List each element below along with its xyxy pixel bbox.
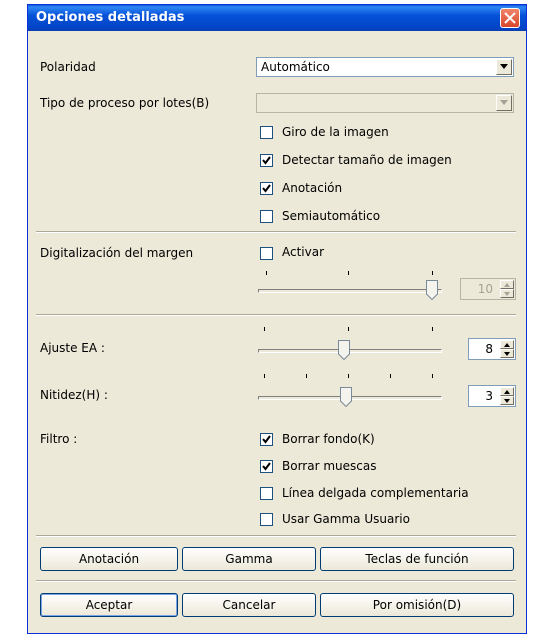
margin-activate-label: Activar xyxy=(282,245,325,259)
margin-slider[interactable] xyxy=(256,267,446,300)
image-rotation-label: Giro de la imagen xyxy=(282,125,389,139)
spin-up-button[interactable] xyxy=(500,280,514,289)
ea-spinner[interactable]: 8 xyxy=(468,338,516,360)
separator xyxy=(36,314,516,316)
polarity-select[interactable]: Automático xyxy=(256,57,514,77)
slider-tick xyxy=(264,327,265,331)
separator xyxy=(36,535,516,537)
sharpness-spinner[interactable]: 3 xyxy=(468,385,516,407)
semiauto-checkbox[interactable] xyxy=(260,210,273,223)
user-gamma-checkbox[interactable] xyxy=(260,513,273,526)
slider-tick xyxy=(432,271,433,275)
slider-tick xyxy=(390,374,391,378)
filter-label: Filtro : xyxy=(40,432,78,446)
user-gamma-label: Usar Gamma Usuario xyxy=(282,512,410,526)
check-icon xyxy=(262,435,271,444)
spin-up-button[interactable] xyxy=(500,387,514,396)
detect-size-checkbox[interactable] xyxy=(260,154,273,167)
dialog-window: Opciones detalladas Polaridad Automático… xyxy=(27,4,527,634)
separator xyxy=(36,580,516,582)
polarity-dropdown-button[interactable] xyxy=(496,59,512,75)
arrow-down-icon xyxy=(504,399,510,403)
ea-adjust-label: Ajuste EA : xyxy=(40,341,105,355)
margin-activate-checkbox[interactable] xyxy=(260,247,273,260)
detect-size-label: Detectar tamaño de imagen xyxy=(282,153,452,167)
slider-thumb[interactable] xyxy=(426,280,438,300)
slider-tick xyxy=(432,327,433,331)
erase-background-checkbox[interactable] xyxy=(260,433,273,446)
chevron-down-icon xyxy=(500,64,508,69)
check-icon xyxy=(262,156,271,165)
close-icon xyxy=(504,12,516,24)
annotation-checkbox[interactable] xyxy=(260,182,273,195)
batch-label: Tipo de proceso por lotes(B) xyxy=(40,96,210,110)
annotation-label: Anotación xyxy=(282,181,343,195)
batch-select[interactable] xyxy=(256,93,514,113)
slider-tick xyxy=(264,374,265,378)
slider-track xyxy=(258,289,442,293)
spin-down-button[interactable] xyxy=(500,349,514,358)
slider-tick xyxy=(306,374,307,378)
slider-thumb[interactable] xyxy=(340,387,352,407)
erase-notches-checkbox[interactable] xyxy=(260,460,273,473)
erase-background-label: Borrar fondo(K) xyxy=(282,432,375,446)
semiauto-label: Semiautomático xyxy=(282,209,381,223)
slider-tick xyxy=(348,271,349,275)
margin-spinner[interactable]: 10 xyxy=(460,278,516,300)
window-title: Opciones detalladas xyxy=(36,10,185,25)
slider-tick xyxy=(432,374,433,378)
spin-up-button[interactable] xyxy=(500,340,514,349)
sharpness-label: Nitidez(H) : xyxy=(40,388,108,402)
sharpness-slider[interactable] xyxy=(256,370,446,407)
ea-slider[interactable] xyxy=(256,323,446,360)
arrow-down-icon xyxy=(504,352,510,356)
slider-thumb[interactable] xyxy=(338,340,350,360)
separator xyxy=(36,231,516,233)
polarity-label: Polaridad xyxy=(40,60,96,74)
thin-line-checkbox[interactable] xyxy=(260,487,273,500)
ea-value: 8 xyxy=(485,342,493,356)
arrow-up-icon xyxy=(504,283,510,287)
gamma-button[interactable]: Gamma xyxy=(182,547,316,571)
spin-down-button[interactable] xyxy=(500,289,514,298)
polarity-value: Automático xyxy=(261,60,330,74)
close-button[interactable] xyxy=(500,8,520,28)
function-keys-button[interactable]: Teclas de función xyxy=(320,547,514,571)
thin-line-label: Línea delgada complementaria xyxy=(282,486,469,500)
annotation-button[interactable]: Anotación xyxy=(40,547,178,571)
slider-tick xyxy=(348,327,349,331)
arrow-up-icon xyxy=(504,390,510,394)
title-bar[interactable]: Opciones detalladas xyxy=(28,5,526,31)
default-button[interactable]: Por omisión(D) xyxy=(320,593,514,617)
slider-tick xyxy=(348,374,349,378)
margin-value: 10 xyxy=(477,282,493,296)
arrow-down-icon xyxy=(504,292,510,296)
slider-track xyxy=(258,349,442,353)
image-rotation-checkbox[interactable] xyxy=(260,126,273,139)
slider-tick xyxy=(266,271,267,275)
ok-button[interactable]: Aceptar xyxy=(40,593,178,617)
erase-notches-label: Borrar muescas xyxy=(282,459,377,473)
check-icon xyxy=(262,462,271,471)
margin-scan-label: Digitalización del margen xyxy=(40,246,194,260)
spin-down-button[interactable] xyxy=(500,396,514,405)
arrow-up-icon xyxy=(504,343,510,347)
sharpness-value: 3 xyxy=(485,389,493,403)
cancel-button[interactable]: Cancelar xyxy=(182,593,316,617)
batch-dropdown-button[interactable] xyxy=(496,95,512,111)
check-icon xyxy=(262,184,271,193)
chevron-down-icon xyxy=(500,100,508,105)
